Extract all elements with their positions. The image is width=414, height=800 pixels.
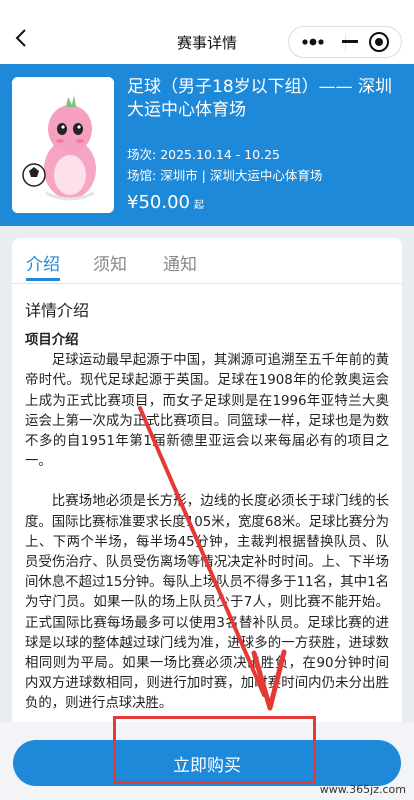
venue-label: 场馆: (127, 168, 157, 183)
tab-bar: 介绍 须知 通知 (12, 238, 402, 282)
close-icon[interactable] (365, 27, 393, 57)
mini-program-capsule (288, 26, 402, 58)
detail-content: 项目介绍 足球运动最早起源于中国，其渊源可追溯至五千年前的黄帝时代。现代足球起源… (25, 331, 389, 715)
content-paragraph-1: 足球运动最早起源于中国，其渊源可追溯至五千年前的黄帝时代。现代足球起源于英国。足… (25, 353, 389, 470)
venue-value: 深圳市 | 深圳大运中心体育场 (160, 168, 323, 183)
event-price: ¥50.00 起 (127, 192, 204, 213)
event-venue: 场馆: 深圳市 | 深圳大运中心体育场 (127, 165, 322, 184)
watermark: www.365jz.com (319, 783, 406, 796)
tab-notification[interactable]: 通知 (163, 250, 197, 275)
section-title: 详情介绍 (25, 301, 90, 320)
event-title: 足球（男子18岁以下组）—— 深圳大运中心体育场 (127, 77, 393, 120)
tab-notice[interactable]: 须知 (93, 250, 127, 275)
detail-card: 介绍 须知 通知 详情介绍 项目介绍 足球运动最早起源于中国，其渊源可追溯至五千… (12, 238, 402, 798)
event-mascot-image (12, 77, 114, 213)
content-heading: 项目介绍 (25, 333, 79, 348)
tab-active-indicator (26, 278, 60, 281)
event-header: 足球（男子18岁以下组）—— 深圳大运中心体育场 场次: 2025.10.14 … (0, 64, 414, 226)
tab-intro[interactable]: 介绍 (26, 250, 60, 275)
content-paragraph-2: 比赛场地必须是长方形，边线的长度必须长于球门线的长度。国际比赛标准要求长度105… (25, 494, 389, 712)
price-amount: ¥50.00 (127, 192, 190, 213)
event-date: 场次: 2025.10.14 - 10.25 (127, 144, 280, 163)
nav-bar: 赛事详情 (0, 0, 414, 64)
price-suffix: 起 (193, 200, 204, 211)
date-value: 2025.10.14 - 10.25 (160, 147, 281, 162)
minimize-icon[interactable] (336, 27, 364, 57)
date-label: 场次: (127, 147, 157, 162)
more-icon[interactable] (299, 27, 327, 57)
buy-now-button[interactable]: 立即购买 (13, 740, 401, 786)
tab-divider (12, 283, 402, 284)
